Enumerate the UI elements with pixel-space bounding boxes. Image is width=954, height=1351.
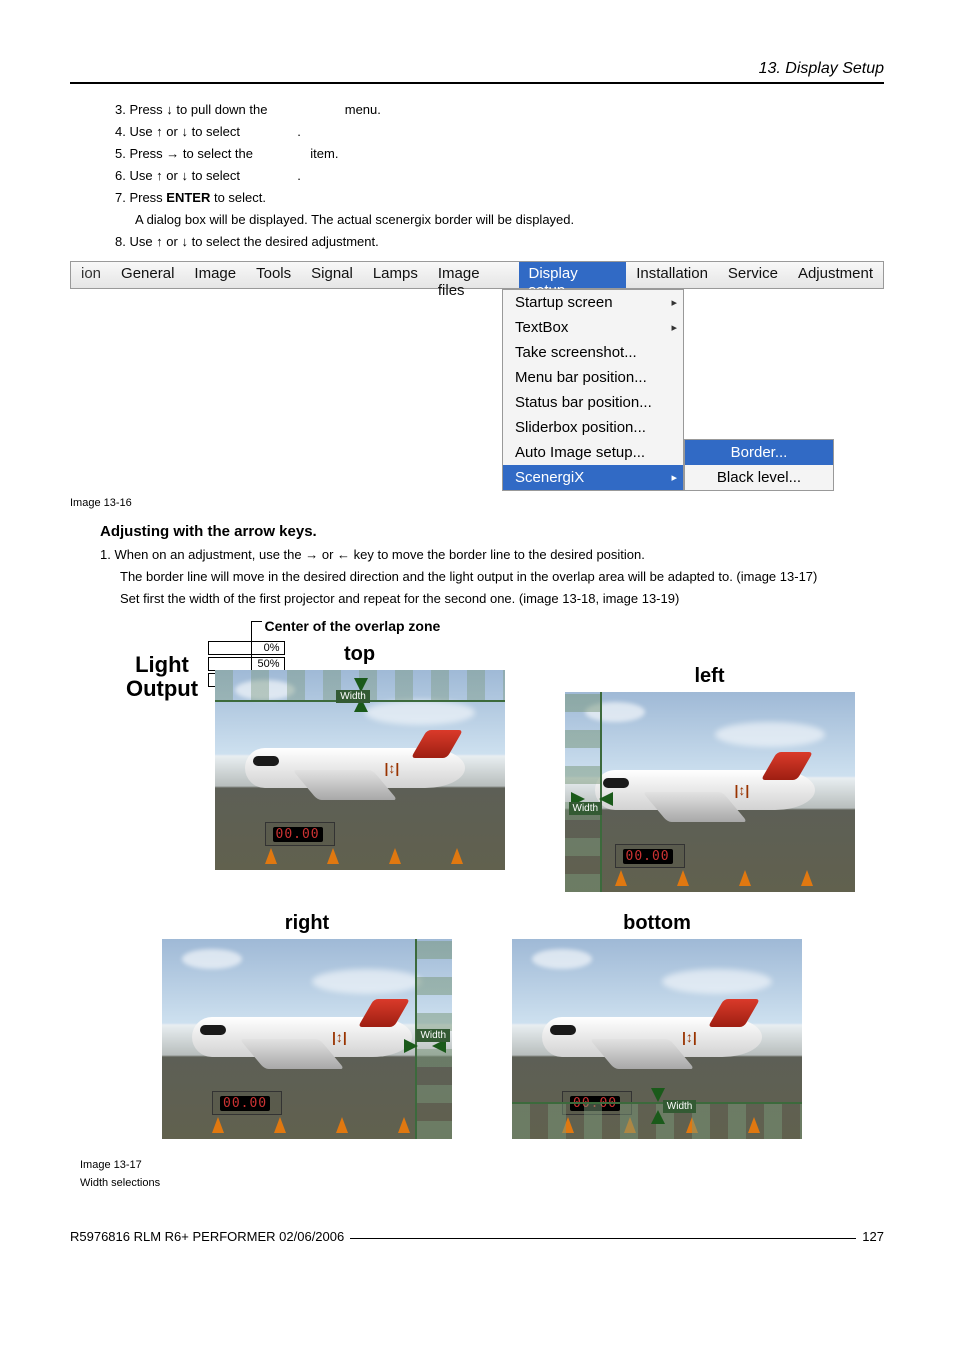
adjust-icon: |↕| [332,1029,347,1045]
adjust-icon: |↕| [385,760,400,776]
step-8: 8. Use ↑ or ↓ to select the desired adju… [115,234,884,249]
width-label: Width [416,1029,450,1042]
menu-item-signal[interactable]: Signal [301,262,363,288]
menu-item-image[interactable]: Image [184,262,246,288]
diagram-left: left |↕| 00.00 Width [565,621,855,892]
thumb-top: |↕| 00.00 Width [215,670,505,870]
step-4: 4. Use ↑ or ↓ to select . [115,124,884,139]
label-left: left [565,665,855,688]
dropdown-item-sliderbox-position[interactable]: Sliderbox position... [503,415,683,440]
overlay-right-edge: Width [415,939,452,1139]
body-step-1: 1. When on an adjustment, use the → or ←… [100,547,884,562]
menu-item-ion[interactable]: ion [71,262,111,288]
dropdown-item-menu-bar-position[interactable]: Menu bar position... [503,365,683,390]
body-step-1-sub1: The border line will move in the desired… [120,569,884,584]
step-6-text-a: 6. Use ↑ or ↓ to select [115,168,240,183]
step-4-text-a: 4. Use ↑ or ↓ to select [115,124,240,139]
menu-item-image-files[interactable]: Image files [428,262,519,288]
dropdown-item-label: Startup screen [515,294,613,311]
digits-display: 00.00 [220,1096,270,1111]
step-4-text-b: . [297,124,301,139]
header-rule [70,82,884,84]
menu-item-tools[interactable]: Tools [246,262,301,288]
thumb-right: |↕| 00.00 Width [162,939,452,1139]
body-step-1-sub2: Set first the width of the first project… [120,591,884,606]
callout-center-overlap: Center of the overlap zone [265,618,441,634]
width-label: Width [336,690,370,703]
chevron-right-icon: ▸ [671,296,677,309]
page-header: 13. Display Setup [70,60,884,78]
dropdown-item-scenergix[interactable]: ScenergiX ▸ [503,465,683,490]
step-7-sub: A dialog box will be displayed. The actu… [135,212,884,227]
menu-item-display-setup[interactable]: Display setup [519,262,627,288]
submenu-item-border[interactable]: Border... [685,440,833,465]
section-heading: Adjusting with the arrow keys. [100,523,884,540]
dropdown-item-label: ScenergiX [515,469,584,486]
step-5-text-a: 5. Press → to select the [115,146,253,161]
step-7-enter: ENTER [166,190,210,205]
image-13-17-caption-a: Image 13-17 [80,1159,884,1171]
steps-list: 3. Press ↓ to pull down the menu. 4. Use… [115,102,884,249]
menu-item-general[interactable]: General [111,262,184,288]
step-3: 3. Press ↓ to pull down the menu. [115,102,884,117]
dropdown-item-label: Auto Image setup... [515,444,645,461]
overlay-left-edge: Width [565,692,602,892]
submenu-scenergix: Border... Black level... [684,439,834,491]
thumb-bottom: |↕| 00.00 Width [512,939,802,1139]
dropdown-item-label: Menu bar position... [515,369,647,386]
dropdown-item-label: Take screenshot... [515,344,637,361]
page-footer: R5976816 RLM R6+ PERFORMER 02/06/2006 12… [70,1229,884,1244]
dropdown-item-startup-screen[interactable]: Startup screen ▸ [503,290,683,315]
menu-screenshot: ion General Image Tools Signal Lamps Ima… [70,261,884,491]
chevron-right-icon: ▸ [671,471,677,484]
dropdown-item-auto-image-setup[interactable]: Auto Image setup... [503,440,683,465]
digits-display: 00.00 [273,827,323,842]
submenu-item-black-level[interactable]: Black level... [685,465,833,490]
dropdown-item-take-screenshot[interactable]: Take screenshot... [503,340,683,365]
pct-0: 0% [208,641,285,655]
menu-item-installation[interactable]: Installation [626,262,718,288]
dropdown-item-status-bar-position[interactable]: Status bar position... [503,390,683,415]
adjust-icon: |↕| [682,1029,697,1045]
step-6-text-b: . [297,168,301,183]
dropdown-item-label: Sliderbox position... [515,419,646,436]
step-7-text-a: 7. Press [115,190,166,205]
step-7-text-b: to select. [210,190,266,205]
step-6: 6. Use ↑ or ↓ to select . [115,168,884,183]
label-bottom: bottom [512,912,802,935]
menu-item-service[interactable]: Service [718,262,788,288]
dropdown-item-label: TextBox [515,319,568,336]
step-3-text-a: 3. Press ↓ to pull down the [115,102,267,117]
width-label: Width [663,1100,697,1113]
thumb-left: |↕| 00.00 Width [565,692,855,892]
step-3-text-b: menu. [345,102,381,117]
light-output-col: Light Output 0% 50% 100% [110,621,215,751]
image-13-16-caption: Image 13-16 [70,497,884,509]
footer-page-number: 127 [862,1229,884,1244]
menu-item-lamps[interactable]: Lamps [363,262,428,288]
menu-item-adjustment[interactable]: Adjustment [788,262,883,288]
width-label: Width [569,802,603,815]
chevron-right-icon: ▸ [671,321,677,334]
label-right: right [162,912,452,935]
diagram-block: Light Output 0% 50% 100% Center of the o… [80,621,884,1189]
dropdown-display-setup: Startup screen ▸ TextBox ▸ Take screenshot… [502,289,684,491]
image-13-17-caption-b: Width selections [80,1177,884,1189]
footer-docinfo: R5976816 RLM R6+ PERFORMER 02/06/2006 [70,1229,344,1244]
diagram-top: Light Output 0% 50% 100% Center of the o… [110,621,505,892]
body-paragraphs: 1. When on an adjustment, use the → or ←… [100,547,884,606]
adjust-icon: |↕| [735,782,750,798]
menubar: ion General Image Tools Signal Lamps Ima… [70,261,884,289]
overlay-bottom-edge: Width [512,1102,802,1139]
step-7: 7. Press ENTER to select. [115,190,884,205]
step-5-text-b: item. [310,146,338,161]
digits-display: 00.00 [623,849,673,864]
dropdown-item-label: Status bar position... [515,394,652,411]
diagram-bottom: bottom |↕| 00.00 Width [512,912,802,1139]
step-5: 5. Press → to select the item. [115,146,884,161]
overlay-top-edge: Width [215,670,505,702]
dropdown-item-textbox[interactable]: TextBox ▸ [503,315,683,340]
diagram-right: right |↕| 00.00 Width [162,912,452,1139]
